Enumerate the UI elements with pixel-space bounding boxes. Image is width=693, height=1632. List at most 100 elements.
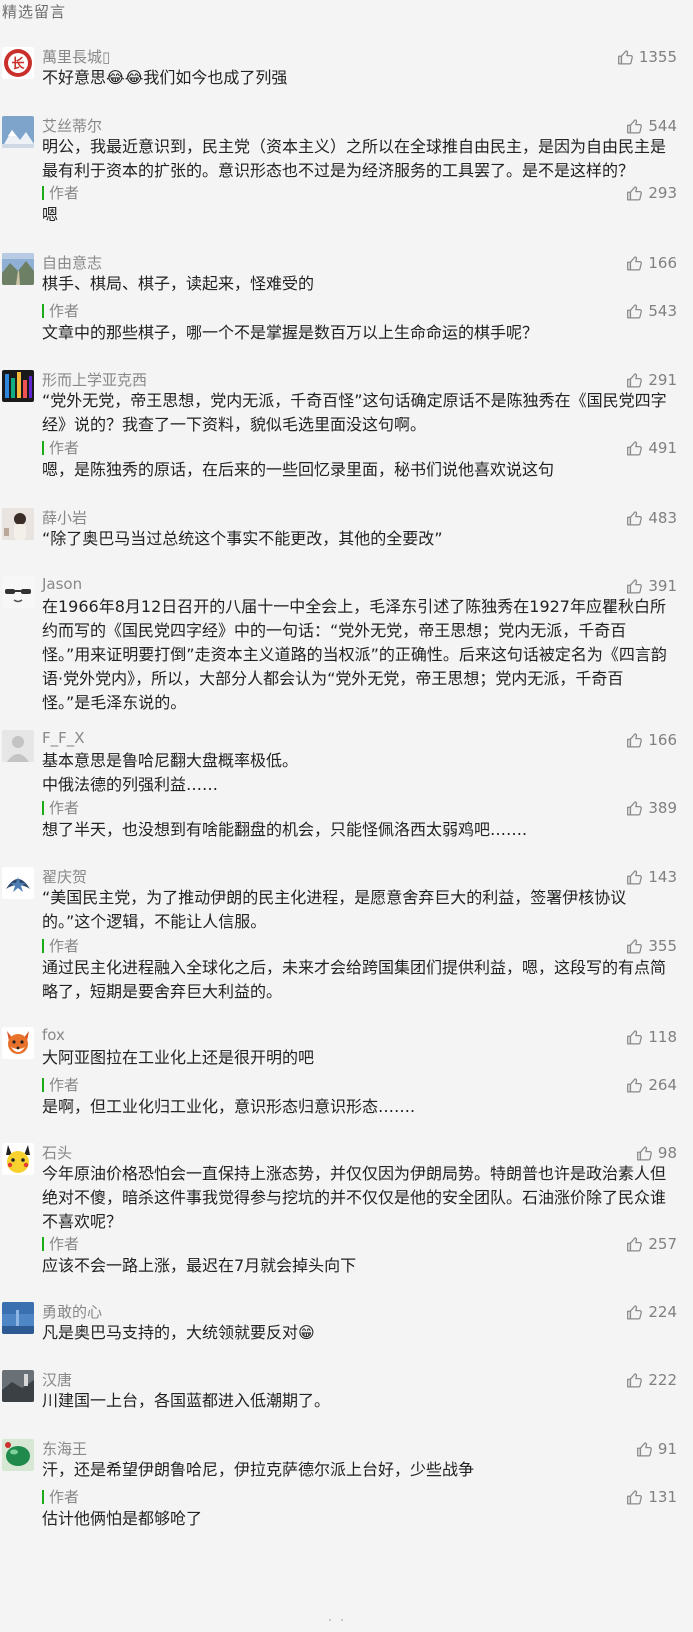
author-reply-label: 作者 — [42, 1486, 79, 1508]
reply-like-button[interactable]: 355 — [626, 935, 677, 957]
like-count: 264 — [648, 1076, 677, 1094]
author-reply-content: 是啊，但工业化归工业化，意识形态归意识形态……. — [42, 1097, 416, 1116]
like-count: 91 — [657, 1440, 677, 1458]
star-emblem-avatar[interactable] — [2, 867, 34, 899]
like-button[interactable]: 222 — [626, 1369, 677, 1391]
reply-like-button[interactable]: 257 — [626, 1233, 677, 1255]
reply-like-button[interactable]: 389 — [626, 797, 677, 819]
thumbs-up-icon — [626, 303, 643, 320]
reply-like-button[interactable]: 491 — [626, 437, 677, 459]
author-reply-content: 想了半天，也没想到有啥能翻盘的机会，只能怪佩洛西太弱鸡吧……. — [42, 820, 528, 839]
like-button[interactable]: 391 — [626, 575, 677, 597]
comment-content: 汗，还是希望伊朗鲁哈尼，伊拉克萨德尔派上台好，少些战争 — [42, 1460, 475, 1479]
thumbs-up-icon — [626, 1489, 643, 1506]
thumbs-up-icon — [626, 1236, 643, 1253]
reply-like-button[interactable]: 264 — [626, 1074, 677, 1096]
like-button[interactable]: 224 — [626, 1301, 677, 1323]
svg-text:长: 长 — [11, 56, 25, 72]
author-reply-content: 应该不会一路上涨，最迟在7月就会掉头向下 — [42, 1256, 357, 1275]
like-count: 293 — [648, 184, 677, 202]
pikachu-avatar[interactable] — [2, 1143, 34, 1175]
comment-nickname: 自由意志 — [42, 254, 103, 272]
fox-avatar[interactable] — [2, 1027, 34, 1059]
thumbs-up-icon — [626, 869, 643, 886]
like-button[interactable]: 91 — [636, 1438, 677, 1460]
author-label-text: 作者 — [49, 1076, 80, 1094]
comment-content: 不好意思😂😂我们如今也成了列强 — [42, 68, 288, 87]
blue-sky-avatar[interactable] — [2, 1302, 34, 1334]
person-photo-avatar[interactable] — [2, 508, 34, 540]
author-label-text: 作者 — [49, 439, 80, 457]
thumbs-up-icon — [636, 1145, 653, 1162]
comment-nickname: 东海王 — [42, 1440, 88, 1458]
like-count: 224 — [648, 1303, 677, 1321]
like-count: 143 — [648, 868, 677, 886]
reply-like-button[interactable]: 131 — [626, 1486, 677, 1508]
like-button[interactable]: 483 — [626, 507, 677, 529]
like-count: 543 — [648, 302, 677, 320]
colorful-pattern-avatar[interactable] — [2, 370, 34, 402]
thumbs-up-icon — [626, 800, 643, 817]
green-jade-avatar[interactable] — [2, 1439, 34, 1471]
like-count: 544 — [648, 117, 677, 135]
author-reply-content: 通过民主化进程融入全球化之后，未来才会给跨国集团们提供利益，嗯，这段写的有点简略… — [42, 958, 667, 1001]
comment-nickname: fox — [42, 1026, 65, 1044]
like-button[interactable]: 166 — [626, 729, 677, 751]
comment-content: 棋手、棋局、棋子，读起来，怪难受的 — [42, 274, 315, 293]
like-button[interactable]: 143 — [626, 866, 677, 888]
thumbs-up-icon — [626, 938, 643, 955]
author-reply-content: 文章中的那些棋子，哪一个不是掌握是数百万以上生命命运的棋手呢？ — [42, 323, 539, 342]
comment-nickname: 翟庆贺 — [42, 868, 88, 886]
like-count: 131 — [648, 1488, 677, 1506]
like-count: 98 — [657, 1144, 677, 1162]
author-reply-label: 作者 — [42, 437, 79, 459]
like-count: 391 — [648, 577, 677, 595]
reply-like-button[interactable]: 293 — [626, 182, 677, 204]
thumbs-up-icon — [626, 118, 643, 135]
author-label-text: 作者 — [49, 302, 80, 320]
like-count: 291 — [648, 371, 677, 389]
thumbs-up-icon — [626, 510, 643, 527]
like-button[interactable]: 544 — [626, 115, 677, 137]
thumbs-up-icon — [626, 440, 643, 457]
comment-nickname: 艾丝蒂尔 — [42, 117, 103, 135]
comment-nickname: F_F_X — [42, 729, 85, 747]
like-count: 389 — [648, 799, 677, 817]
comment-content: 凡是奥巴马支持的，大统领就要反对😁 — [42, 1323, 315, 1342]
comment-content: “除了奥巴马当过总统这个事实不能更改，其他的全要改” — [42, 529, 443, 548]
author-marker — [42, 801, 44, 815]
like-button[interactable]: 166 — [626, 252, 677, 274]
mountain-road-avatar[interactable] — [2, 253, 34, 285]
dark-landscape-avatar[interactable] — [2, 1370, 34, 1402]
like-button[interactable]: 1355 — [617, 46, 677, 68]
like-count: 166 — [648, 254, 677, 272]
page-end-dots — [329, 1619, 343, 1621]
like-button[interactable]: 118 — [626, 1026, 677, 1048]
comments-page: { "section_title": "精选留言", "comments": [… — [0, 0, 693, 1632]
like-count: 483 — [648, 509, 677, 527]
comment-content: 在1966年8月12日召开的八届十一中全会上，毛泽东引述了陈独秀在1927年应瞿… — [42, 597, 667, 712]
red-emblem-avatar[interactable]: 长 — [2, 47, 34, 79]
thumbs-up-icon — [626, 732, 643, 749]
like-count: 118 — [648, 1028, 677, 1046]
snow-mountain-avatar[interactable] — [2, 116, 34, 148]
comment-nickname: 形而上学亚克西 — [42, 371, 148, 389]
author-marker — [42, 304, 44, 318]
thumbs-up-icon — [626, 372, 643, 389]
like-button[interactable]: 291 — [626, 369, 677, 391]
comment-content: “党外无党，帝王思想，党内无派，千奇百怪”这句话确定原话不是陈独秀在《国民党四字… — [42, 391, 667, 434]
author-reply-label: 作者 — [42, 797, 79, 819]
thumbs-up-icon — [617, 49, 634, 66]
like-count: 491 — [648, 439, 677, 457]
author-reply-content: 嗯 — [42, 205, 59, 224]
comment-nickname: 石头 — [42, 1144, 73, 1162]
author-reply-content: 估计他俩怕是都够呛了 — [42, 1509, 203, 1528]
author-label-text: 作者 — [49, 799, 80, 817]
like-button[interactable]: 98 — [636, 1142, 677, 1164]
author-label-text: 作者 — [49, 937, 80, 955]
like-count: 355 — [648, 937, 677, 955]
comment-content: 基本意思是鲁哈尼翻大盘概率极低。 中俄法德的列强利益…… — [42, 751, 299, 794]
reply-like-button[interactable]: 543 — [626, 300, 677, 322]
default-grey-avatar[interactable] — [2, 730, 34, 762]
sunglasses-avatar[interactable] — [2, 576, 34, 608]
